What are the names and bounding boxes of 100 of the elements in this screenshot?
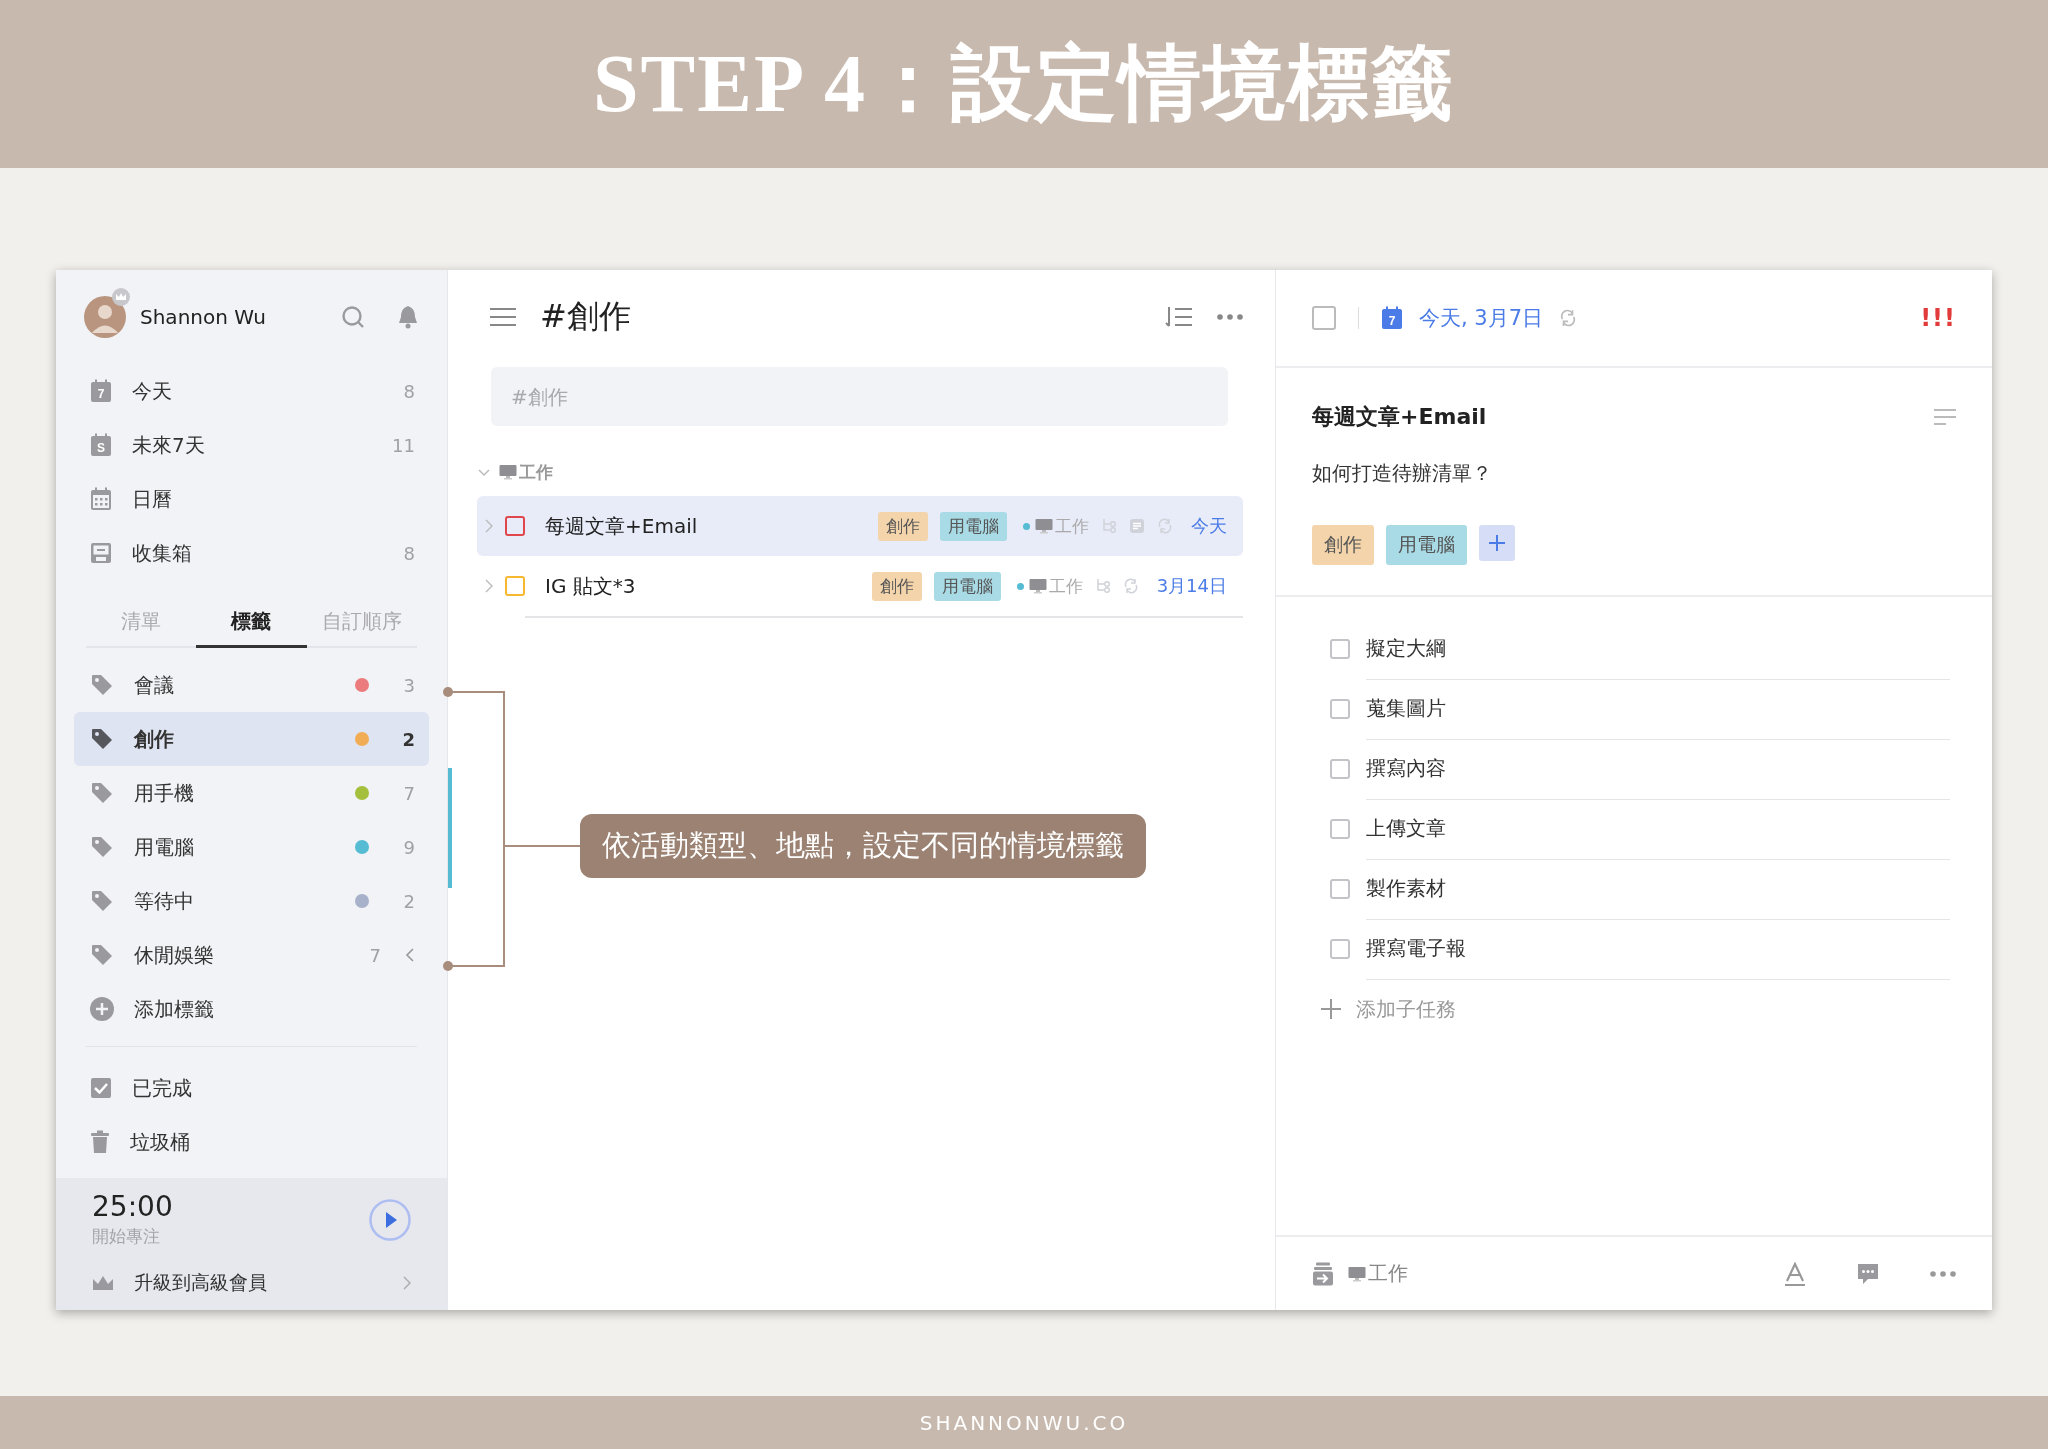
calendar-icon: 7 [90, 379, 112, 403]
calendar-icon: 7 [1381, 306, 1403, 330]
play-button[interactable] [369, 1199, 411, 1241]
bell-icon[interactable] [397, 305, 419, 329]
item-count: 7 [368, 944, 381, 966]
trash-icon [90, 1130, 110, 1154]
tag-item[interactable]: 用手機 7 [74, 766, 429, 820]
description-icon[interactable] [1934, 409, 1956, 425]
due-date: 今天 [1191, 514, 1227, 538]
item-count: 11 [392, 434, 415, 456]
tag-chip: 用電腦 [933, 571, 1001, 601]
timer-caption: 開始專注 [92, 1224, 161, 1248]
calendar-icon [90, 487, 112, 511]
inbox-icon [90, 542, 112, 564]
date-button[interactable]: 今天, 3月7日 [1419, 304, 1544, 332]
chevron-icon [403, 1276, 411, 1290]
avatar[interactable] [84, 296, 126, 338]
menu-icon[interactable] [490, 307, 516, 327]
subtask-icon [1094, 578, 1111, 594]
tag-icon [90, 835, 114, 859]
item-count: 8 [402, 380, 415, 402]
subtask-checkbox[interactable] [1330, 639, 1350, 659]
repeat-icon [1122, 578, 1139, 594]
subtask-title: 撰寫電子報 [1366, 918, 1950, 980]
tag-item[interactable]: 休閒娛樂 7 [74, 928, 429, 982]
checkbox-icon [90, 1077, 112, 1099]
tag-icon [90, 943, 114, 967]
subtask-title: 撰寫內容 [1366, 738, 1950, 800]
more-icon[interactable] [1217, 314, 1243, 320]
sort-icon[interactable] [1165, 306, 1193, 328]
task-checkbox[interactable] [505, 516, 525, 536]
calendar-icon: S [90, 433, 112, 457]
tag-icon [90, 727, 114, 751]
project-label[interactable]: 工作 [1348, 1260, 1734, 1287]
task-checkbox[interactable] [1312, 306, 1336, 330]
upgrade-link[interactable]: 升級到高級會員 [92, 1256, 411, 1310]
sidebar-item[interactable]: 垃圾桶 [74, 1115, 429, 1169]
tag-chip: 創作 [878, 511, 928, 541]
plus-icon [1320, 998, 1342, 1020]
chevron-icon[interactable] [405, 947, 415, 963]
text-format-icon[interactable] [1784, 1261, 1806, 1286]
sidebar-tab[interactable]: 標籤 [196, 596, 307, 648]
sidebar-item[interactable]: 已完成 [74, 1061, 429, 1115]
task-row[interactable]: IG 貼文*3 創作 用電腦 工作 3月14日 [477, 556, 1243, 616]
project-dot [1016, 582, 1024, 590]
tag-item[interactable]: 創作 2 [74, 712, 429, 766]
more-icon[interactable] [1930, 1270, 1956, 1277]
add-tag-button[interactable] [1479, 525, 1515, 561]
tag-chip: 創作 [871, 571, 922, 601]
project-label: 工作 [1023, 514, 1089, 538]
move-icon[interactable] [1312, 1261, 1334, 1286]
tag-item[interactable]: 會議 3 [74, 658, 429, 712]
subtask-checkbox[interactable] [1330, 879, 1350, 899]
subtask-checkbox[interactable] [1330, 759, 1350, 779]
list-title: #創作 [540, 296, 632, 337]
task-row[interactable]: 每週文章+Email 創作 用電腦 工作 今天 [477, 496, 1243, 556]
repeat-icon[interactable] [1559, 309, 1578, 327]
user-name: Shannon Wu [140, 305, 267, 329]
tag-icon [90, 889, 114, 913]
project-dot [1023, 522, 1030, 530]
timer-text: 25:00 [92, 1192, 174, 1221]
item-count: 2 [402, 890, 415, 912]
task-checkbox[interactable] [505, 576, 525, 596]
monitor-icon [1348, 1265, 1366, 1282]
plus-icon [1488, 534, 1506, 552]
tag-item[interactable]: 等待中 2 [74, 874, 429, 928]
item-count: 9 [402, 836, 415, 858]
search-icon[interactable] [341, 305, 365, 329]
sidebar-item[interactable]: 收集箱 8 [74, 526, 429, 580]
plus-circle-icon [90, 997, 114, 1021]
add-task-field[interactable]: #創作 [491, 367, 1228, 426]
subtask-checkbox[interactable] [1330, 699, 1350, 719]
crown-badge-icon [112, 288, 130, 306]
repeat-icon [1157, 518, 1173, 534]
project-label: 工作 [1016, 574, 1083, 598]
subtask-checkbox[interactable] [1330, 939, 1350, 959]
tag-icon [90, 781, 114, 805]
add-tag-button[interactable]: 添加標籤 [74, 982, 429, 1036]
sidebar-item[interactable]: 7 今天 8 [74, 364, 429, 418]
comment-icon[interactable] [1856, 1261, 1880, 1286]
tag-icon [90, 673, 114, 697]
priority-flag[interactable]: !!! [1920, 304, 1956, 332]
banner-title: STEP 4：設定情境標籤 [592, 37, 1456, 131]
callout-label: 依活動類型、地點，設定不同的情境標籤 [580, 814, 1146, 878]
sidebar-item[interactable]: 日曆 [74, 472, 429, 526]
tag-item[interactable]: 用電腦 9 [74, 820, 429, 874]
crown-icon [92, 1274, 114, 1292]
task-title: 每週文章+Email [1312, 403, 1488, 431]
footer-text: SHANNONWU.CO [919, 1410, 1129, 1435]
monitor-icon [499, 464, 517, 480]
subtask-title: 擬定大綱 [1366, 618, 1950, 680]
monitor-icon [1035, 518, 1053, 534]
chevron-icon[interactable] [485, 519, 493, 533]
chevron-icon[interactable] [485, 579, 493, 593]
subtask-title: 蒐集圖片 [1366, 678, 1950, 740]
task-title: 每週文章+Email [545, 512, 699, 540]
tag-chip[interactable]: 用電腦 [1386, 525, 1467, 565]
tag-chip[interactable]: 創作 [1312, 525, 1374, 565]
subtask-checkbox[interactable] [1330, 819, 1350, 839]
sidebar-item[interactable]: S 未來7天 11 [74, 418, 429, 472]
